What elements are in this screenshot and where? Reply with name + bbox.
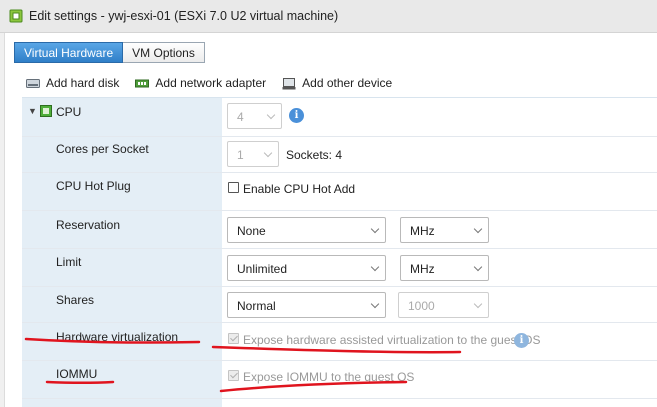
underline-hardware-virtualization-option bbox=[211, 345, 462, 354]
underline-hardware-virtualization-label bbox=[24, 337, 201, 344]
annotation-underlines bbox=[24, 337, 462, 393]
underline-iommu-option bbox=[219, 380, 408, 393]
underline-iommu-label bbox=[45, 380, 115, 384]
